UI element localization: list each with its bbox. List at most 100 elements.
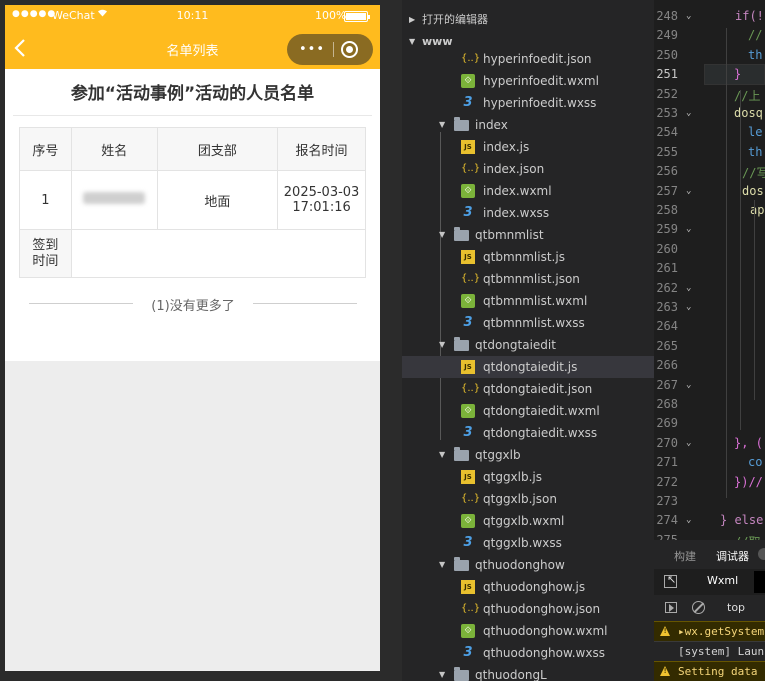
console-warning[interactable]: Setting data bbox=[654, 661, 765, 681]
tree-folder[interactable]: ▼ index bbox=[402, 114, 654, 136]
tree-item-label: index.js bbox=[483, 140, 530, 154]
signin-label-line1: 签到 bbox=[32, 237, 59, 253]
tree-file[interactable]: JS index.js bbox=[402, 136, 654, 158]
more-dots-icon[interactable]: ••• bbox=[297, 34, 327, 65]
wxml-file-icon: ⟐ bbox=[461, 404, 475, 418]
tree-file[interactable]: ⟐ qtggxlb.wxml bbox=[402, 510, 654, 532]
clear-console-icon[interactable] bbox=[692, 601, 705, 614]
line-number: 275 bbox=[656, 532, 678, 540]
json-file-icon: {..} bbox=[461, 383, 481, 394]
tree-file[interactable]: JS qthuodonghow.js bbox=[402, 576, 654, 598]
code-line: })// bbox=[734, 474, 763, 489]
tree-file[interactable]: 3 qtbmnmlist.wxss bbox=[402, 312, 654, 334]
tree-file[interactable]: 3 index.wxss bbox=[402, 202, 654, 224]
tree-file[interactable]: 3 hyperinfoedit.wxss bbox=[402, 92, 654, 114]
tree-file[interactable]: 3 qtdongtaiedit.wxss bbox=[402, 422, 654, 444]
js-file-icon: JS bbox=[461, 470, 475, 484]
chevron-down-icon[interactable]: ▼ bbox=[439, 224, 445, 246]
fold-chevron-icon[interactable]: ⌄ bbox=[686, 302, 691, 312]
console-sidebar-icon[interactable] bbox=[665, 602, 677, 613]
code-line: th bbox=[748, 47, 763, 62]
tree-file[interactable]: {..} qtbmnmlist.json bbox=[402, 268, 654, 290]
line-number: 258 bbox=[656, 203, 678, 217]
tree-file[interactable]: JS qtdongtaiedit.js bbox=[402, 356, 654, 378]
tree-file[interactable]: JS qtggxlb.js bbox=[402, 466, 654, 488]
tree-item-label: index bbox=[475, 118, 508, 132]
wxss-file-icon: 3 bbox=[463, 205, 473, 220]
line-number: 255 bbox=[656, 144, 678, 159]
folder-icon bbox=[454, 447, 469, 461]
tree-file[interactable]: 3 qthuodonghow.wxss bbox=[402, 642, 654, 664]
fold-chevron-icon[interactable]: ⌄ bbox=[686, 438, 691, 448]
tree-file[interactable]: JS qtbmnmlist.js bbox=[402, 246, 654, 268]
line-number: 262 bbox=[656, 280, 678, 295]
tree-file[interactable]: ⟐ qtbmnmlist.wxml bbox=[402, 290, 654, 312]
chevron-down-icon[interactable]: ▼ bbox=[439, 444, 445, 466]
wxss-file-icon: 3 bbox=[463, 535, 473, 550]
panel-splitter[interactable] bbox=[380, 0, 402, 681]
fold-chevron-icon[interactable]: ⌄ bbox=[686, 11, 691, 21]
fold-chevron-icon[interactable]: ⌄ bbox=[686, 380, 691, 390]
row-name-blurred bbox=[70, 170, 158, 230]
context-select[interactable]: top bbox=[727, 601, 745, 614]
line-number: 274 bbox=[656, 513, 678, 528]
fold-chevron-icon[interactable]: ⌄ bbox=[686, 186, 691, 196]
wxss-file-icon: 3 bbox=[463, 315, 473, 330]
indent-guide bbox=[754, 200, 755, 400]
tree-folder[interactable]: ▼ qtggxlb bbox=[402, 444, 654, 466]
tab-build[interactable]: 构建 bbox=[674, 548, 696, 564]
js-file-icon: JS bbox=[461, 360, 475, 374]
tab-debugger[interactable]: 调试器 bbox=[716, 548, 749, 564]
col-branch-header: 团支部 bbox=[156, 127, 279, 171]
chevron-down-icon[interactable]: ▼ bbox=[439, 554, 445, 576]
line-number: 252 bbox=[656, 86, 678, 101]
tree-file[interactable]: ⟐ hyperinfoedit.wxml bbox=[402, 70, 654, 92]
tree-file[interactable]: 3 qtggxlb.wxss bbox=[402, 532, 654, 554]
console-warning[interactable]: ▸wx.getSystem bbox=[654, 621, 765, 641]
tree-file[interactable]: {..} qtggxlb.json bbox=[402, 488, 654, 510]
signin-value bbox=[70, 229, 367, 278]
fold-chevron-icon[interactable]: ⌄ bbox=[686, 515, 691, 525]
inspect-element-icon[interactable] bbox=[664, 573, 677, 588]
fold-chevron-icon[interactable]: ⌄ bbox=[686, 283, 691, 293]
wxss-file-icon: 3 bbox=[463, 425, 473, 440]
tree-item-label: qtbmnmlist.wxml bbox=[483, 294, 588, 308]
tree-item-label: hyperinfoedit.wxml bbox=[483, 74, 599, 88]
tree-file[interactable]: {..} index.json bbox=[402, 158, 654, 180]
tree-file[interactable]: {..} qthuodonghow.json bbox=[402, 598, 654, 620]
tree-folder[interactable]: ▼ qtbmnmlist bbox=[402, 224, 654, 246]
js-file-icon: JS bbox=[461, 140, 475, 154]
code-line: } else bbox=[720, 513, 764, 528]
tree-file[interactable]: ⟐ qthuodonghow.wxml bbox=[402, 620, 654, 642]
tab-wxml[interactable]: Wxml bbox=[707, 574, 738, 587]
tree-file[interactable]: ⟐ index.wxml bbox=[402, 180, 654, 202]
folder-icon bbox=[454, 667, 469, 681]
warning-icon bbox=[660, 666, 670, 676]
devtools-toolbar: Wxml bbox=[654, 569, 765, 595]
console-info[interactable]: [system] Laun bbox=[654, 641, 765, 661]
tree-file[interactable]: {..} qtdongtaiedit.json bbox=[402, 378, 654, 400]
tree-folder[interactable]: ▼ qthuodonghow bbox=[402, 554, 654, 576]
tree-item-label: index.wxml bbox=[483, 184, 552, 198]
section-open-editors[interactable]: ▶ 打开的编辑器 bbox=[402, 9, 654, 31]
fold-chevron-icon[interactable]: ⌄ bbox=[686, 224, 691, 234]
tree-folder[interactable]: ▼ qthuodongL bbox=[402, 664, 654, 681]
tree-file[interactable]: ⟐ qtdongtaiedit.wxml bbox=[402, 400, 654, 422]
code-line: le bbox=[748, 125, 763, 140]
no-more-text: (1)没有更多了 bbox=[151, 299, 235, 314]
fold-chevron-icon[interactable]: ⌄ bbox=[686, 108, 691, 118]
tree-item-label: qtdongtaiedit.wxss bbox=[483, 426, 598, 440]
tree-folder[interactable]: ▼ qtdongtaiedit bbox=[402, 334, 654, 356]
js-file-icon: JS bbox=[461, 250, 475, 264]
close-circle-icon[interactable] bbox=[341, 41, 358, 58]
tree-item-label: qtbmnmlist.json bbox=[483, 272, 580, 286]
code-editor[interactable]: 248 ⌄ if(! 249 // 250 th 251} 252 //上 253 ⌄ dosq 254 l… bbox=[654, 0, 765, 540]
chevron-down-icon[interactable]: ▼ bbox=[439, 334, 445, 356]
tab-console[interactable] bbox=[754, 571, 765, 593]
chevron-down-icon[interactable]: ▼ bbox=[439, 114, 445, 136]
json-file-icon: {..} bbox=[461, 273, 481, 284]
wxml-file-icon: ⟐ bbox=[461, 294, 475, 308]
code-line: } bbox=[734, 67, 742, 82]
chevron-down-icon[interactable]: ▼ bbox=[439, 664, 445, 681]
tree-file[interactable]: {..} hyperinfoedit.json bbox=[402, 48, 654, 70]
